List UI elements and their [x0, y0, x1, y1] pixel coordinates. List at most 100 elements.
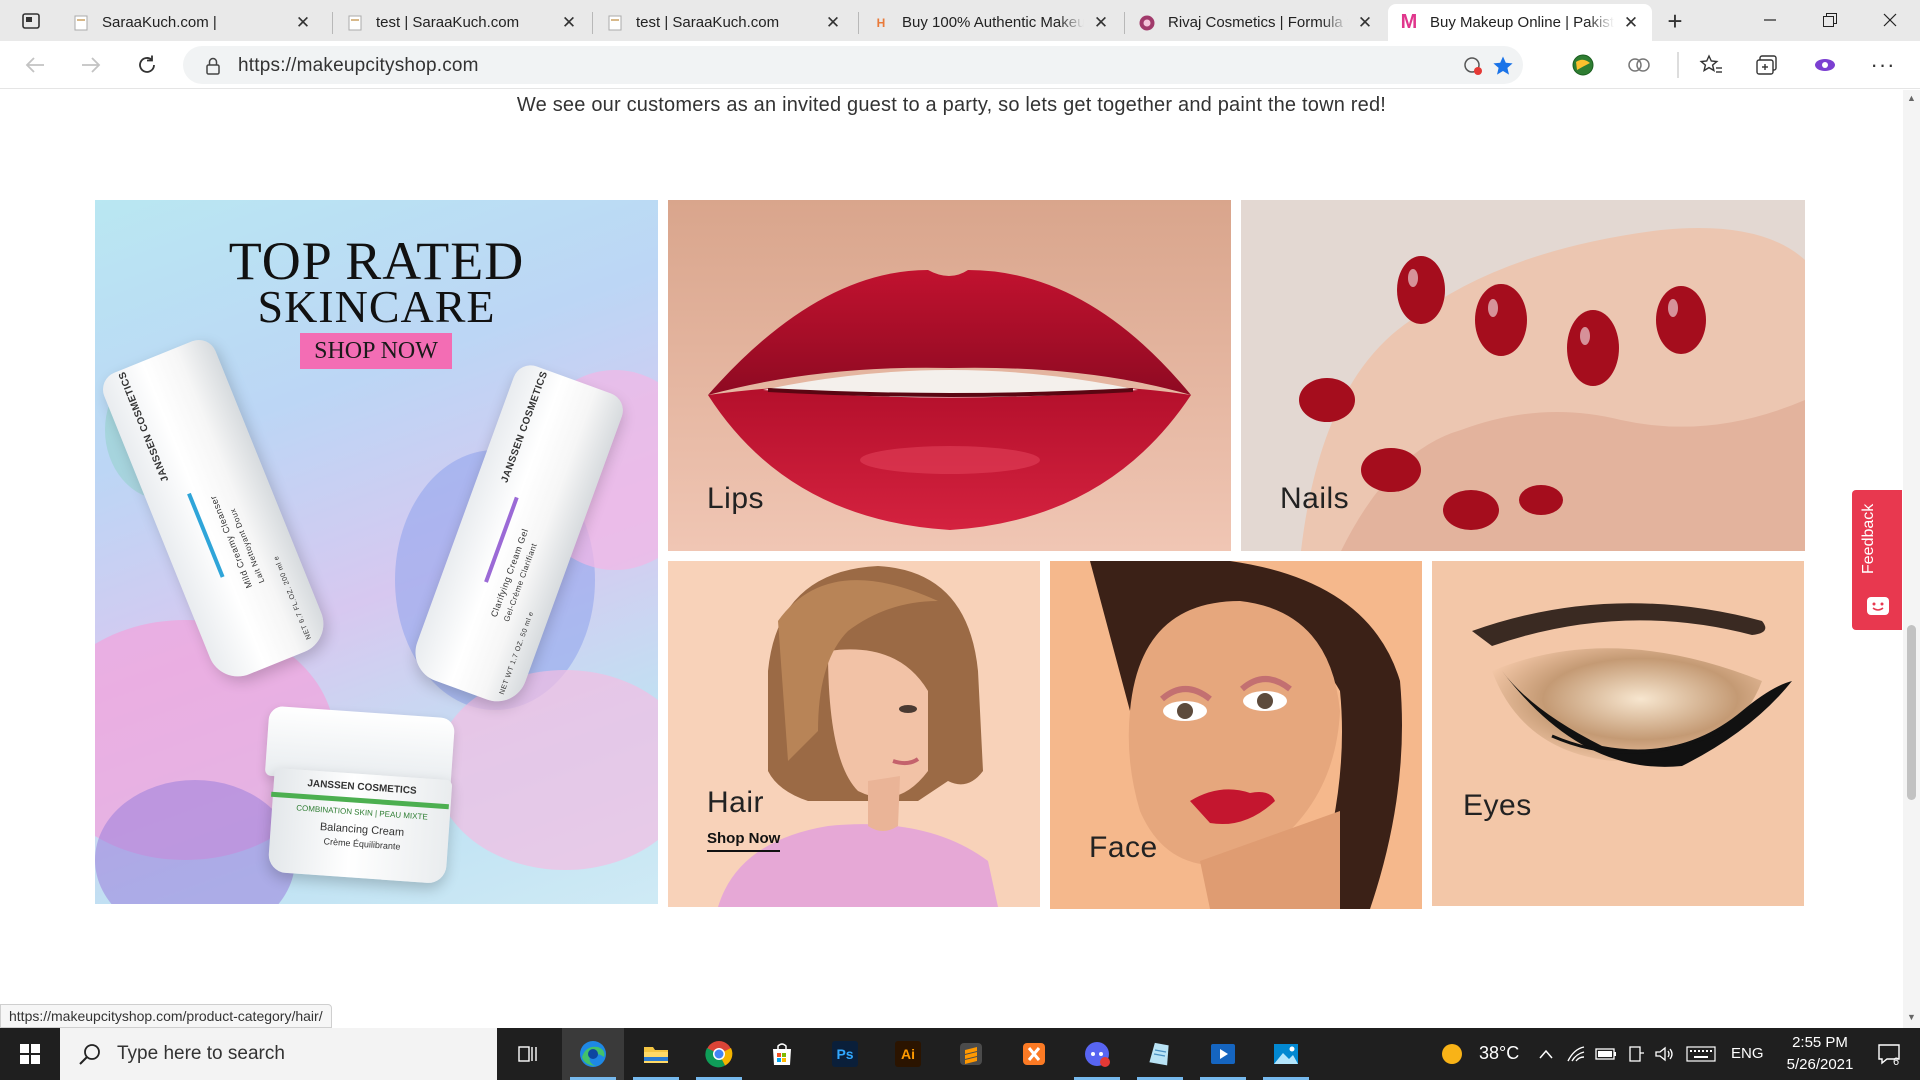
lock-icon[interactable]	[201, 54, 225, 78]
sublime-text-icon[interactable]	[940, 1028, 1002, 1080]
input-language[interactable]: ENG	[1731, 1045, 1764, 1062]
windows-logo-icon	[20, 1044, 40, 1064]
close-tab-icon[interactable]: ✕	[1090, 12, 1112, 34]
illustrator-icon[interactable]: Ai	[877, 1028, 939, 1080]
skincare-banner[interactable]: TOP RATED SKINCARE SHOP NOW JANSSEN COSM…	[95, 200, 658, 904]
tab-title: test | SaraaKuch.com	[376, 14, 552, 31]
close-tab-icon[interactable]: ✕	[822, 12, 844, 34]
tracking-prevention-icon[interactable]	[1461, 54, 1485, 78]
tab-4[interactable]: H Buy 100% Authentic Makeup ✕	[860, 4, 1122, 41]
close-tab-icon[interactable]: ✕	[292, 12, 314, 34]
search-icon	[79, 1044, 100, 1065]
clock-date[interactable]: 5/26/2021	[1778, 1056, 1862, 1073]
eyes-image	[1432, 561, 1804, 906]
tab-title: Buy Makeup Online | Pakistan	[1430, 14, 1614, 31]
tab-title: Rivaj Cosmetics | Formula to	[1168, 14, 1348, 31]
store-icon[interactable]	[751, 1028, 813, 1080]
page-tagline: We see our customers as an invited guest…	[516, 94, 1387, 116]
close-tab-icon[interactable]: ✕	[558, 12, 580, 34]
address-bar[interactable]: https://makeupcityshop.com	[183, 46, 1523, 84]
show-hidden-icons-icon[interactable]	[1535, 1044, 1557, 1064]
scroll-up-icon[interactable]: ▲	[1906, 93, 1917, 104]
tab-title: test | SaraaKuch.com	[636, 14, 816, 31]
tab-1[interactable]: SaraaKuch.com | ✕	[60, 4, 324, 41]
link-status-bar: https://makeupcityshop.com/product-categ…	[0, 1004, 332, 1028]
close-tab-icon[interactable]: ✕	[1620, 12, 1642, 34]
file-explorer-icon[interactable]	[625, 1028, 687, 1080]
banner-headline-line2: SKINCARE	[257, 281, 496, 332]
scroll-down-icon[interactable]: ▼	[1906, 1012, 1917, 1023]
page-icon	[606, 14, 624, 32]
tab-title: Buy 100% Authentic Makeup	[902, 14, 1084, 31]
notepad-icon[interactable]	[1129, 1028, 1191, 1080]
category-label-eyes: Eyes	[1463, 789, 1532, 822]
back-button[interactable]	[18, 49, 52, 81]
edge-icon[interactable]	[562, 1028, 624, 1080]
category-tile-face[interactable]: Face	[1050, 561, 1422, 909]
battery-icon[interactable]	[1595, 1044, 1617, 1064]
scrollbar-thumb[interactable]	[1907, 625, 1916, 800]
tab-2[interactable]: test | SaraaKuch.com ✕	[334, 4, 590, 41]
category-label-nails: Nails	[1280, 482, 1350, 515]
tab-5[interactable]: Rivaj Cosmetics | Formula to ✕	[1126, 4, 1386, 41]
tab-divider	[592, 12, 593, 34]
m-logo-icon: M	[1400, 11, 1418, 33]
hair-image	[668, 561, 1040, 907]
start-button[interactable]	[0, 1028, 60, 1080]
feedback-tab[interactable]: Feedback	[1852, 490, 1902, 630]
toolbar-divider	[1677, 52, 1679, 78]
hair-shop-now-link[interactable]: Shop Now	[707, 830, 781, 852]
extension-puzzle-icon[interactable]	[1624, 51, 1654, 79]
page-scrollbar[interactable]: ▲ ▼	[1903, 90, 1920, 1028]
balancing-cream-jar: JANSSEN COSMETICS COMBINATION SKIN | PEA…	[264, 705, 456, 885]
category-label-face: Face	[1089, 831, 1158, 864]
extension-globe-icon[interactable]	[1568, 51, 1598, 79]
close-window-button[interactable]	[1860, 0, 1920, 40]
page-icon	[72, 14, 90, 32]
tab-active[interactable]: M Buy Makeup Online | Pakistan ✕	[1388, 4, 1652, 41]
close-tab-icon[interactable]: ✕	[1354, 12, 1376, 34]
category-tile-eyes[interactable]: Eyes	[1432, 561, 1804, 906]
weather-temperature[interactable]: 38°C	[1479, 1043, 1519, 1064]
keyboard-icon[interactable]	[1686, 1044, 1716, 1064]
feedback-smile-icon	[1867, 597, 1889, 615]
category-label-lips: Lips	[707, 482, 765, 515]
xampp-icon[interactable]	[1003, 1028, 1065, 1080]
volume-icon[interactable]	[1653, 1044, 1675, 1064]
notification-count: 6	[1893, 1056, 1900, 1068]
restore-button[interactable]	[1800, 0, 1860, 40]
forward-button[interactable]	[74, 49, 108, 81]
minimize-button[interactable]	[1740, 0, 1800, 40]
media-player-icon[interactable]	[1192, 1028, 1254, 1080]
collections-icon[interactable]	[1752, 51, 1782, 79]
photos-icon[interactable]	[1255, 1028, 1317, 1080]
category-tile-nails[interactable]: Nails	[1241, 200, 1805, 551]
tab-actions-menu-icon[interactable]	[12, 8, 50, 34]
banner-shop-now-button[interactable]: SHOP NOW	[300, 333, 452, 369]
clock-time[interactable]: 2:55 PM	[1785, 1034, 1855, 1051]
photoshop-label: Ps	[832, 1041, 858, 1067]
new-tab-button[interactable]: +	[1660, 6, 1690, 36]
h-logo-icon: H	[876, 15, 886, 30]
device-icon[interactable]	[1625, 1044, 1647, 1064]
profile-extension-icon[interactable]	[1810, 51, 1840, 79]
url-text: https://makeupcityshop.com	[238, 55, 479, 76]
taskbar-search-box[interactable]: Type here to search	[60, 1028, 497, 1080]
category-tile-lips[interactable]: Lips	[668, 200, 1231, 551]
category-tile-hair[interactable]: Hair Shop Now	[668, 561, 1040, 907]
favorite-star-icon[interactable]	[1491, 54, 1515, 78]
feedback-label: Feedback	[1860, 503, 1877, 574]
task-view-icon[interactable]	[497, 1028, 559, 1080]
photoshop-icon[interactable]: Ps	[814, 1028, 876, 1080]
weather-sun-icon[interactable]	[1440, 1042, 1464, 1066]
chrome-icon[interactable]	[688, 1028, 750, 1080]
illustrator-label: Ai	[895, 1041, 921, 1067]
tab-divider	[858, 12, 859, 34]
product-brand: JANSSEN COSMETICS	[499, 369, 551, 485]
discord-icon[interactable]	[1066, 1028, 1128, 1080]
more-menu-icon[interactable]: ···	[1868, 51, 1898, 79]
network-icon[interactable]	[1565, 1044, 1587, 1064]
refresh-button[interactable]	[130, 49, 164, 81]
tab-3[interactable]: test | SaraaKuch.com ✕	[594, 4, 854, 41]
favorites-icon[interactable]	[1696, 51, 1726, 79]
